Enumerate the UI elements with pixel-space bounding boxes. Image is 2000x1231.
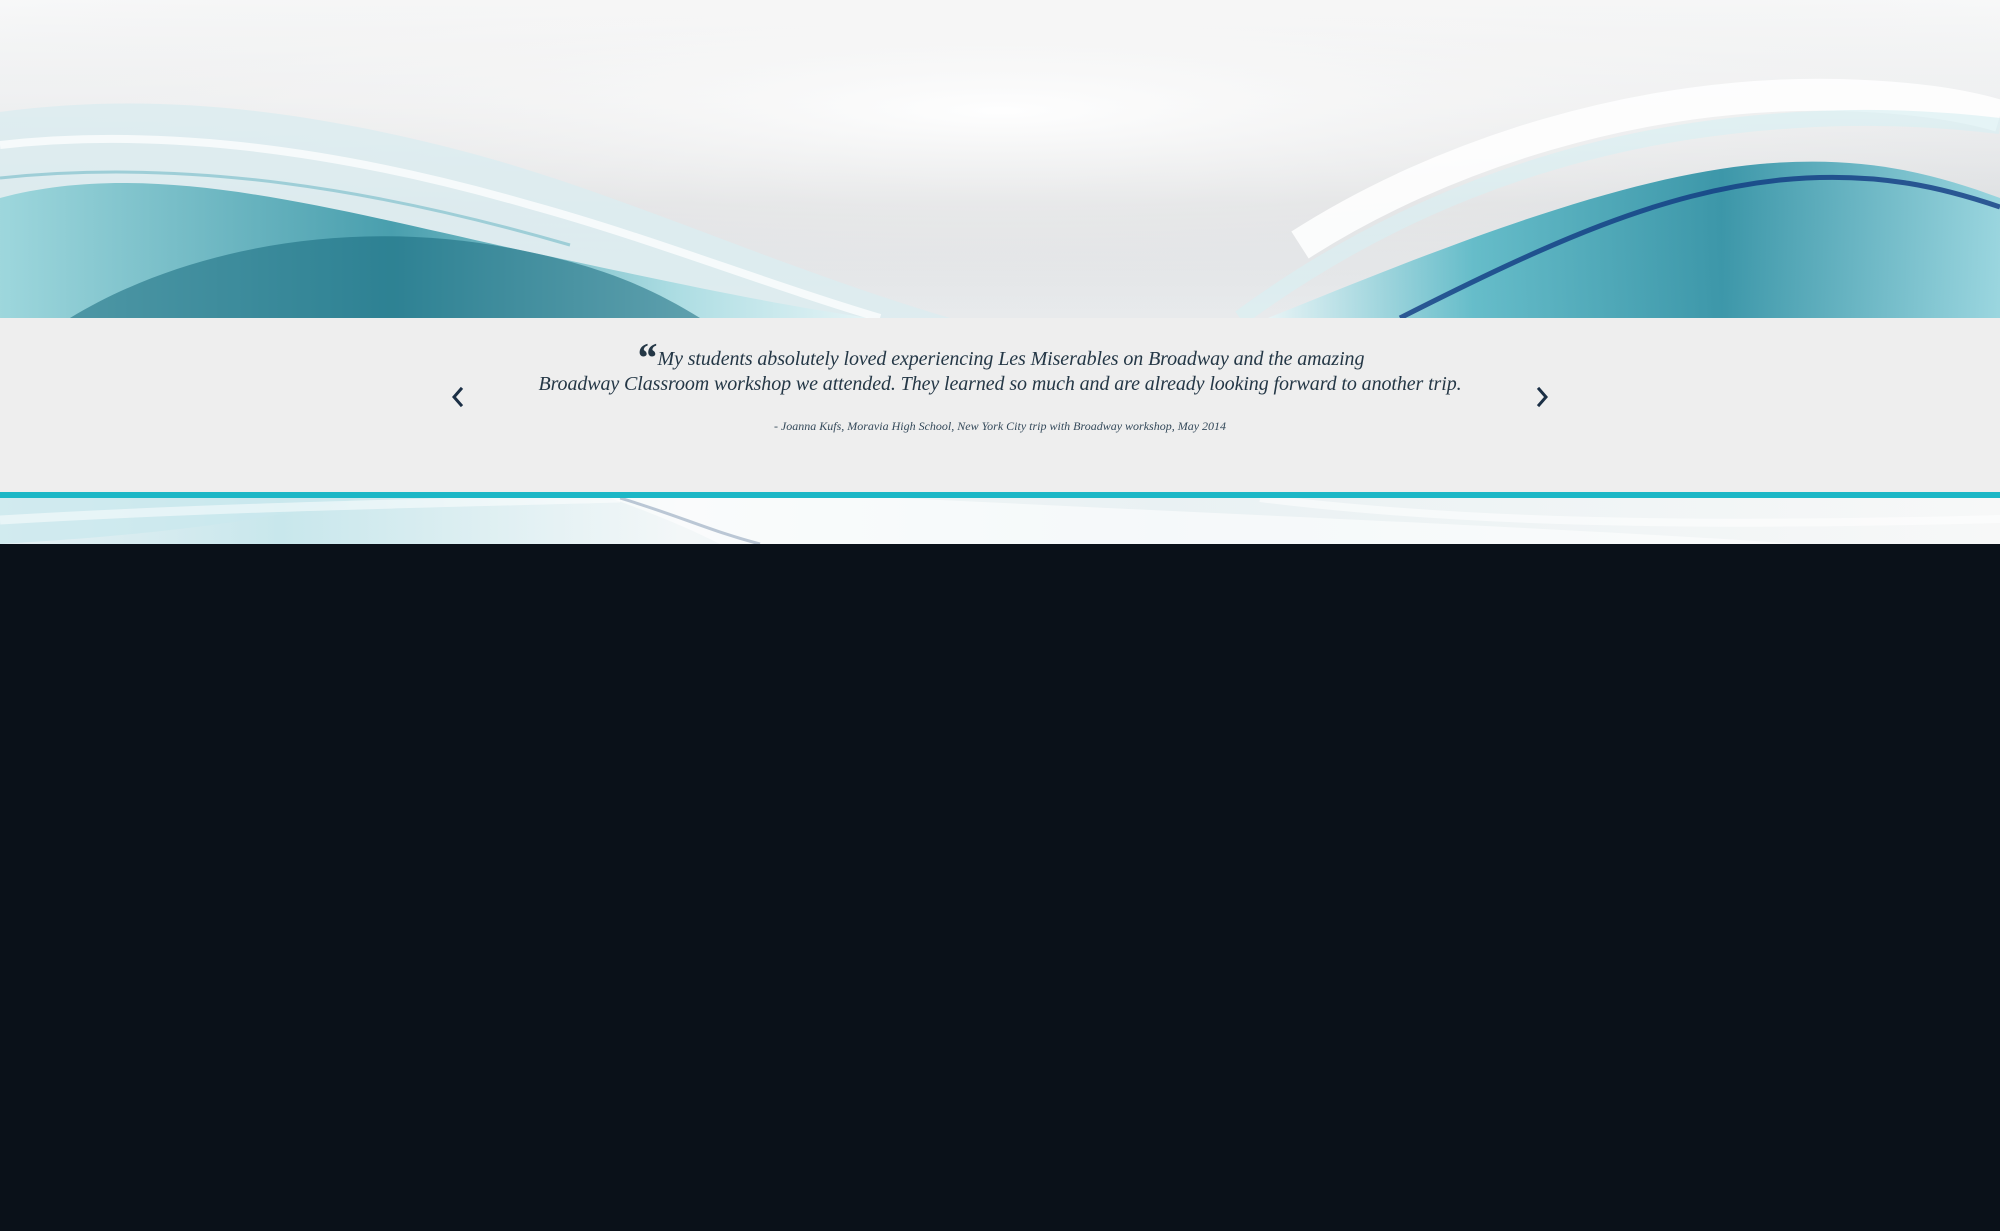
chevron-right-icon (1536, 386, 1548, 408)
testimonial-page: “My students absolutely loved experienci… (0, 0, 2000, 1231)
next-testimonial-button[interactable] (1529, 383, 1557, 411)
testimonial-panel: “My students absolutely loved experienci… (0, 318, 2000, 492)
testimonial-content: “My students absolutely loved experienci… (535, 336, 1465, 434)
lower-wave-art (0, 498, 2000, 544)
testimonial-quote: “My students absolutely loved experienci… (535, 336, 1465, 397)
quote-line-1: My students absolutely loved experiencin… (657, 348, 1365, 370)
wave-background-art (0, 0, 2000, 318)
quote-line-2: Broadway Classroom workshop we attended.… (538, 373, 1462, 395)
previous-testimonial-button[interactable] (443, 383, 471, 411)
abstract-wave-header (0, 0, 2000, 318)
dark-footer-area (0, 544, 2000, 1231)
abstract-wave-band (0, 498, 2000, 544)
testimonial-attribution: - Joanna Kufs, Moravia High School, New … (773, 419, 1227, 433)
chevron-left-icon (452, 386, 464, 408)
quote-mark: “ (635, 336, 657, 382)
